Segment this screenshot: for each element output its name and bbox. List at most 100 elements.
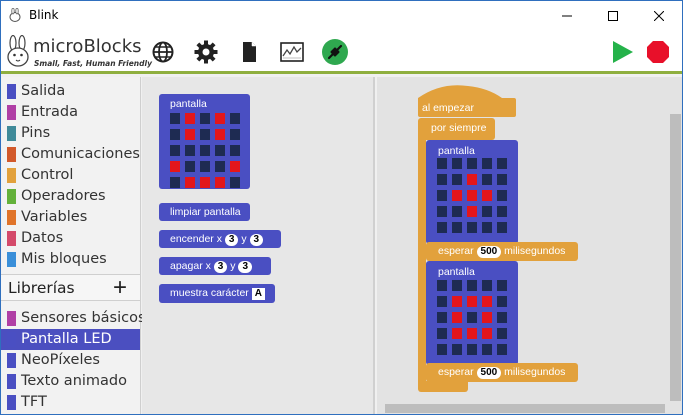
led-cell[interactable] <box>437 222 447 233</box>
led-cell[interactable] <box>482 190 492 201</box>
led-cell[interactable] <box>497 222 507 233</box>
led-cell[interactable] <box>452 344 462 355</box>
led-cell[interactable] <box>200 129 210 140</box>
led-cell[interactable] <box>215 113 225 124</box>
library-4[interactable]: TFT <box>1 392 140 413</box>
led-cell[interactable] <box>452 190 462 201</box>
led-cell[interactable] <box>437 190 447 201</box>
led-cell[interactable] <box>482 174 492 185</box>
category-0[interactable]: Salida <box>1 81 140 102</box>
led-cell[interactable] <box>467 328 477 339</box>
library-1[interactable]: Pantalla LED <box>1 329 140 350</box>
led-cell[interactable] <box>437 312 447 323</box>
led-cell[interactable] <box>452 296 462 307</box>
led-cell[interactable] <box>452 206 462 217</box>
display-block-1[interactable]: pantalla <box>426 140 518 244</box>
char-input[interactable]: A <box>251 288 265 300</box>
maximize-button[interactable] <box>590 1 636 30</box>
plot-block[interactable]: encender x 3 y 3 <box>159 230 281 248</box>
category-4[interactable]: Control <box>1 165 140 186</box>
led-cell[interactable] <box>497 206 507 217</box>
led-cell[interactable] <box>437 206 447 217</box>
vertical-scrollbar[interactable] <box>670 114 681 401</box>
led-cell[interactable] <box>482 206 492 217</box>
category-1[interactable]: Entrada <box>1 102 140 123</box>
led-cell[interactable] <box>437 328 447 339</box>
led-cell[interactable] <box>482 296 492 307</box>
led-cell[interactable] <box>452 222 462 233</box>
led-cell[interactable] <box>467 312 477 323</box>
show-char-block[interactable]: muestra carácter A <box>159 284 275 303</box>
unplot-block[interactable]: apagar x 3 y 3 <box>159 257 271 275</box>
led-cell[interactable] <box>497 280 507 291</box>
category-6[interactable]: Variables <box>1 207 140 228</box>
category-7[interactable]: Datos <box>1 228 140 249</box>
led-cell[interactable] <box>185 161 195 172</box>
led-cell[interactable] <box>482 222 492 233</box>
led-cell[interactable] <box>467 174 477 185</box>
led-cell[interactable] <box>230 161 240 172</box>
stop-icon[interactable] <box>644 38 672 66</box>
wait-2-input[interactable]: 500 <box>476 367 502 379</box>
led-cell[interactable] <box>170 177 180 188</box>
close-button[interactable] <box>636 1 682 30</box>
globe-icon[interactable] <box>149 38 177 66</box>
led-cell[interactable] <box>170 161 180 172</box>
connection-icon[interactable] <box>321 38 349 66</box>
led-cell[interactable] <box>185 145 195 156</box>
led-cell[interactable] <box>497 296 507 307</box>
plot-x-input[interactable]: 3 <box>224 234 239 246</box>
minimize-button[interactable] <box>544 1 590 30</box>
led-cell[interactable] <box>230 177 240 188</box>
led-cell[interactable] <box>467 280 477 291</box>
led-cell[interactable] <box>452 174 462 185</box>
led-cell[interactable] <box>467 158 477 169</box>
led-cell[interactable] <box>467 190 477 201</box>
unplot-y-input[interactable]: 3 <box>238 261 253 273</box>
led-cell[interactable] <box>482 328 492 339</box>
forever-block[interactable]: por siempre <box>418 118 495 140</box>
led-cell[interactable] <box>200 177 210 188</box>
category-2[interactable]: Pins <box>1 123 140 144</box>
display-block-2[interactable]: pantalla <box>426 261 518 365</box>
led-cell[interactable] <box>200 145 210 156</box>
led-cell[interactable] <box>437 344 447 355</box>
gear-icon[interactable] <box>192 38 220 66</box>
led-cell[interactable] <box>437 158 447 169</box>
led-cell[interactable] <box>437 174 447 185</box>
horizontal-scrollbar[interactable] <box>385 404 665 413</box>
led-cell[interactable] <box>482 280 492 291</box>
led-cell[interactable] <box>230 113 240 124</box>
led-cell[interactable] <box>230 129 240 140</box>
category-8[interactable]: Mis bloques <box>1 249 140 270</box>
led-cell[interactable] <box>170 129 180 140</box>
led-cell[interactable] <box>215 129 225 140</box>
play-icon[interactable] <box>608 38 636 66</box>
unplot-x-input[interactable]: 3 <box>213 261 228 273</box>
led-grid-2[interactable] <box>437 280 507 355</box>
led-cell[interactable] <box>482 344 492 355</box>
led-cell[interactable] <box>497 312 507 323</box>
category-5[interactable]: Operadores <box>1 186 140 207</box>
wait-1-input[interactable]: 500 <box>476 246 502 258</box>
led-cell[interactable] <box>170 113 180 124</box>
led-cell[interactable] <box>452 158 462 169</box>
led-cell[interactable] <box>200 161 210 172</box>
led-cell[interactable] <box>482 158 492 169</box>
library-3[interactable]: Texto animado <box>1 371 140 392</box>
led-cell[interactable] <box>230 145 240 156</box>
led-cell[interactable] <box>170 145 180 156</box>
led-cell[interactable] <box>467 222 477 233</box>
led-cell[interactable] <box>185 129 195 140</box>
led-cell[interactable] <box>467 296 477 307</box>
library-2[interactable]: NeoPíxeles <box>1 350 140 371</box>
clear-display-block[interactable]: limpiar pantalla <box>159 203 250 221</box>
led-grid[interactable] <box>170 113 240 188</box>
led-cell[interactable] <box>200 113 210 124</box>
display-block[interactable]: pantalla <box>159 94 250 189</box>
led-cell[interactable] <box>497 174 507 185</box>
led-cell[interactable] <box>497 344 507 355</box>
led-cell[interactable] <box>215 177 225 188</box>
led-cell[interactable] <box>215 145 225 156</box>
add-library-button[interactable]: + <box>113 274 127 302</box>
